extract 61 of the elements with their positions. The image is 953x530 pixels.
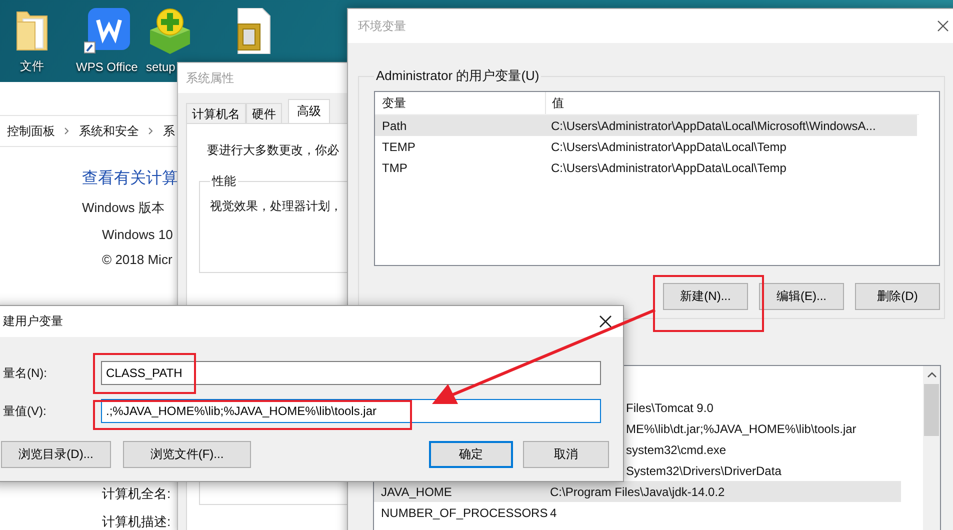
variable-value: C:\Users\Administrator\AppData\Local\Temp [550, 140, 786, 154]
input-field[interactable]: CLASS_PATH [101, 361, 601, 385]
field-label: 量值(V): [3, 402, 48, 420]
variable-value: C:\Program Files\Java\jdk-14.0.2 [549, 484, 725, 498]
variable-value: ME%\lib\dt.jar;%JAVA_HOME%\lib\tools.jar [626, 422, 856, 436]
list-row[interactable]: JAVA_HOME C:\Program Files\Java\jdk-14.0.2 [374, 481, 901, 502]
chevron-icon [148, 127, 154, 135]
list-row[interactable]: TEMP C:\Users\Administrator\AppData\Local\Temp [375, 136, 917, 157]
close-icon[interactable] [599, 315, 612, 328]
window-title: 系统属性 [185, 70, 234, 86]
dialog-button[interactable]: 删除(D) [855, 283, 940, 310]
breadcrumb-link[interactable]: 控制面板 [7, 122, 55, 140]
scroll-up-icon[interactable] [926, 372, 936, 378]
window-title: 建用户变量 [2, 313, 63, 330]
variable-value: System32\Drivers\DriverData [626, 464, 782, 478]
tab[interactable]: 硬件 [246, 103, 282, 123]
dialog-button[interactable]: 新建(N)... [663, 283, 748, 310]
edition-text: Windows 10 [101, 227, 173, 242]
breadcrumb-link[interactable]: 系 [163, 122, 175, 140]
icon-label: setup [146, 60, 176, 74]
scrollbar-thumb[interactable] [924, 384, 939, 436]
dialog-button[interactable]: 浏览目录(D)... [1, 441, 111, 468]
window-title: 环境变量 [357, 18, 406, 34]
group-description: 视觉效果，处理器计划， [210, 199, 342, 213]
tab[interactable]: 计算机名 [186, 103, 246, 123]
variable-value: 4 [549, 506, 557, 520]
app-icon[interactable] [84, 8, 130, 54]
icon-label: WPS Office [76, 60, 138, 74]
dialog-button[interactable]: 浏览文件(F)... [123, 441, 251, 468]
close-icon[interactable] [937, 20, 949, 32]
field-label: 量名(N): [3, 364, 48, 382]
section-title: Windows 版本 [82, 199, 164, 217]
column-header[interactable]: 值 [546, 92, 564, 114]
scrollbar[interactable] [923, 366, 940, 530]
variable-name: TEMP [381, 140, 416, 154]
dialog-button[interactable]: 取消 [523, 441, 609, 468]
variable-name: TMP [381, 160, 408, 174]
variable-name: Path [381, 118, 408, 132]
dialog-button[interactable]: 编辑(E)... [759, 283, 844, 310]
icon-label: 文件 [20, 58, 44, 75]
tab[interactable]: 高级 [288, 99, 330, 123]
input-field[interactable]: .;%JAVA_HOME%\lib;%JAVA_HOME%\lib\tools.jar [101, 399, 601, 423]
variable-value: Files\Tomcat 9.0 [626, 400, 714, 414]
field-label: 计算机全名: [102, 485, 171, 503]
variable-name: JAVA_HOME [380, 484, 453, 498]
column-header[interactable]: 变量 [375, 92, 546, 114]
group-label: 性能 [210, 173, 237, 190]
variable-value: C:\Users\Administrator\AppData\Local\Microsoft\WindowsA... [550, 118, 876, 132]
list-row[interactable]: NUMBER_OF_PROCESSORS 4 [374, 502, 901, 523]
field-label: 计算机描述: [102, 513, 171, 530]
list-row[interactable]: Path C:\Users\Administrator\AppData\Local\Microsoft\WindowsA... [375, 115, 917, 136]
dialog-button[interactable]: 确定 [429, 441, 513, 468]
group-label: Administrator 的用户变量(U) [375, 67, 540, 85]
chevron-icon [64, 127, 70, 135]
list-row[interactable]: TMP C:\Users\Administrator\AppData\Local\Temp [375, 157, 917, 178]
notice-text: 要进行大多数更改，你必 [207, 142, 340, 159]
copyright-text: © 2018 Micr [101, 252, 172, 267]
breadcrumb-link[interactable]: 系统和安全 [79, 122, 139, 140]
variable-value: C:\Users\Administrator\AppData\Local\Temp [550, 160, 786, 174]
document-icon[interactable] [236, 8, 272, 54]
page-heading: 查看有关计算 [82, 168, 178, 189]
